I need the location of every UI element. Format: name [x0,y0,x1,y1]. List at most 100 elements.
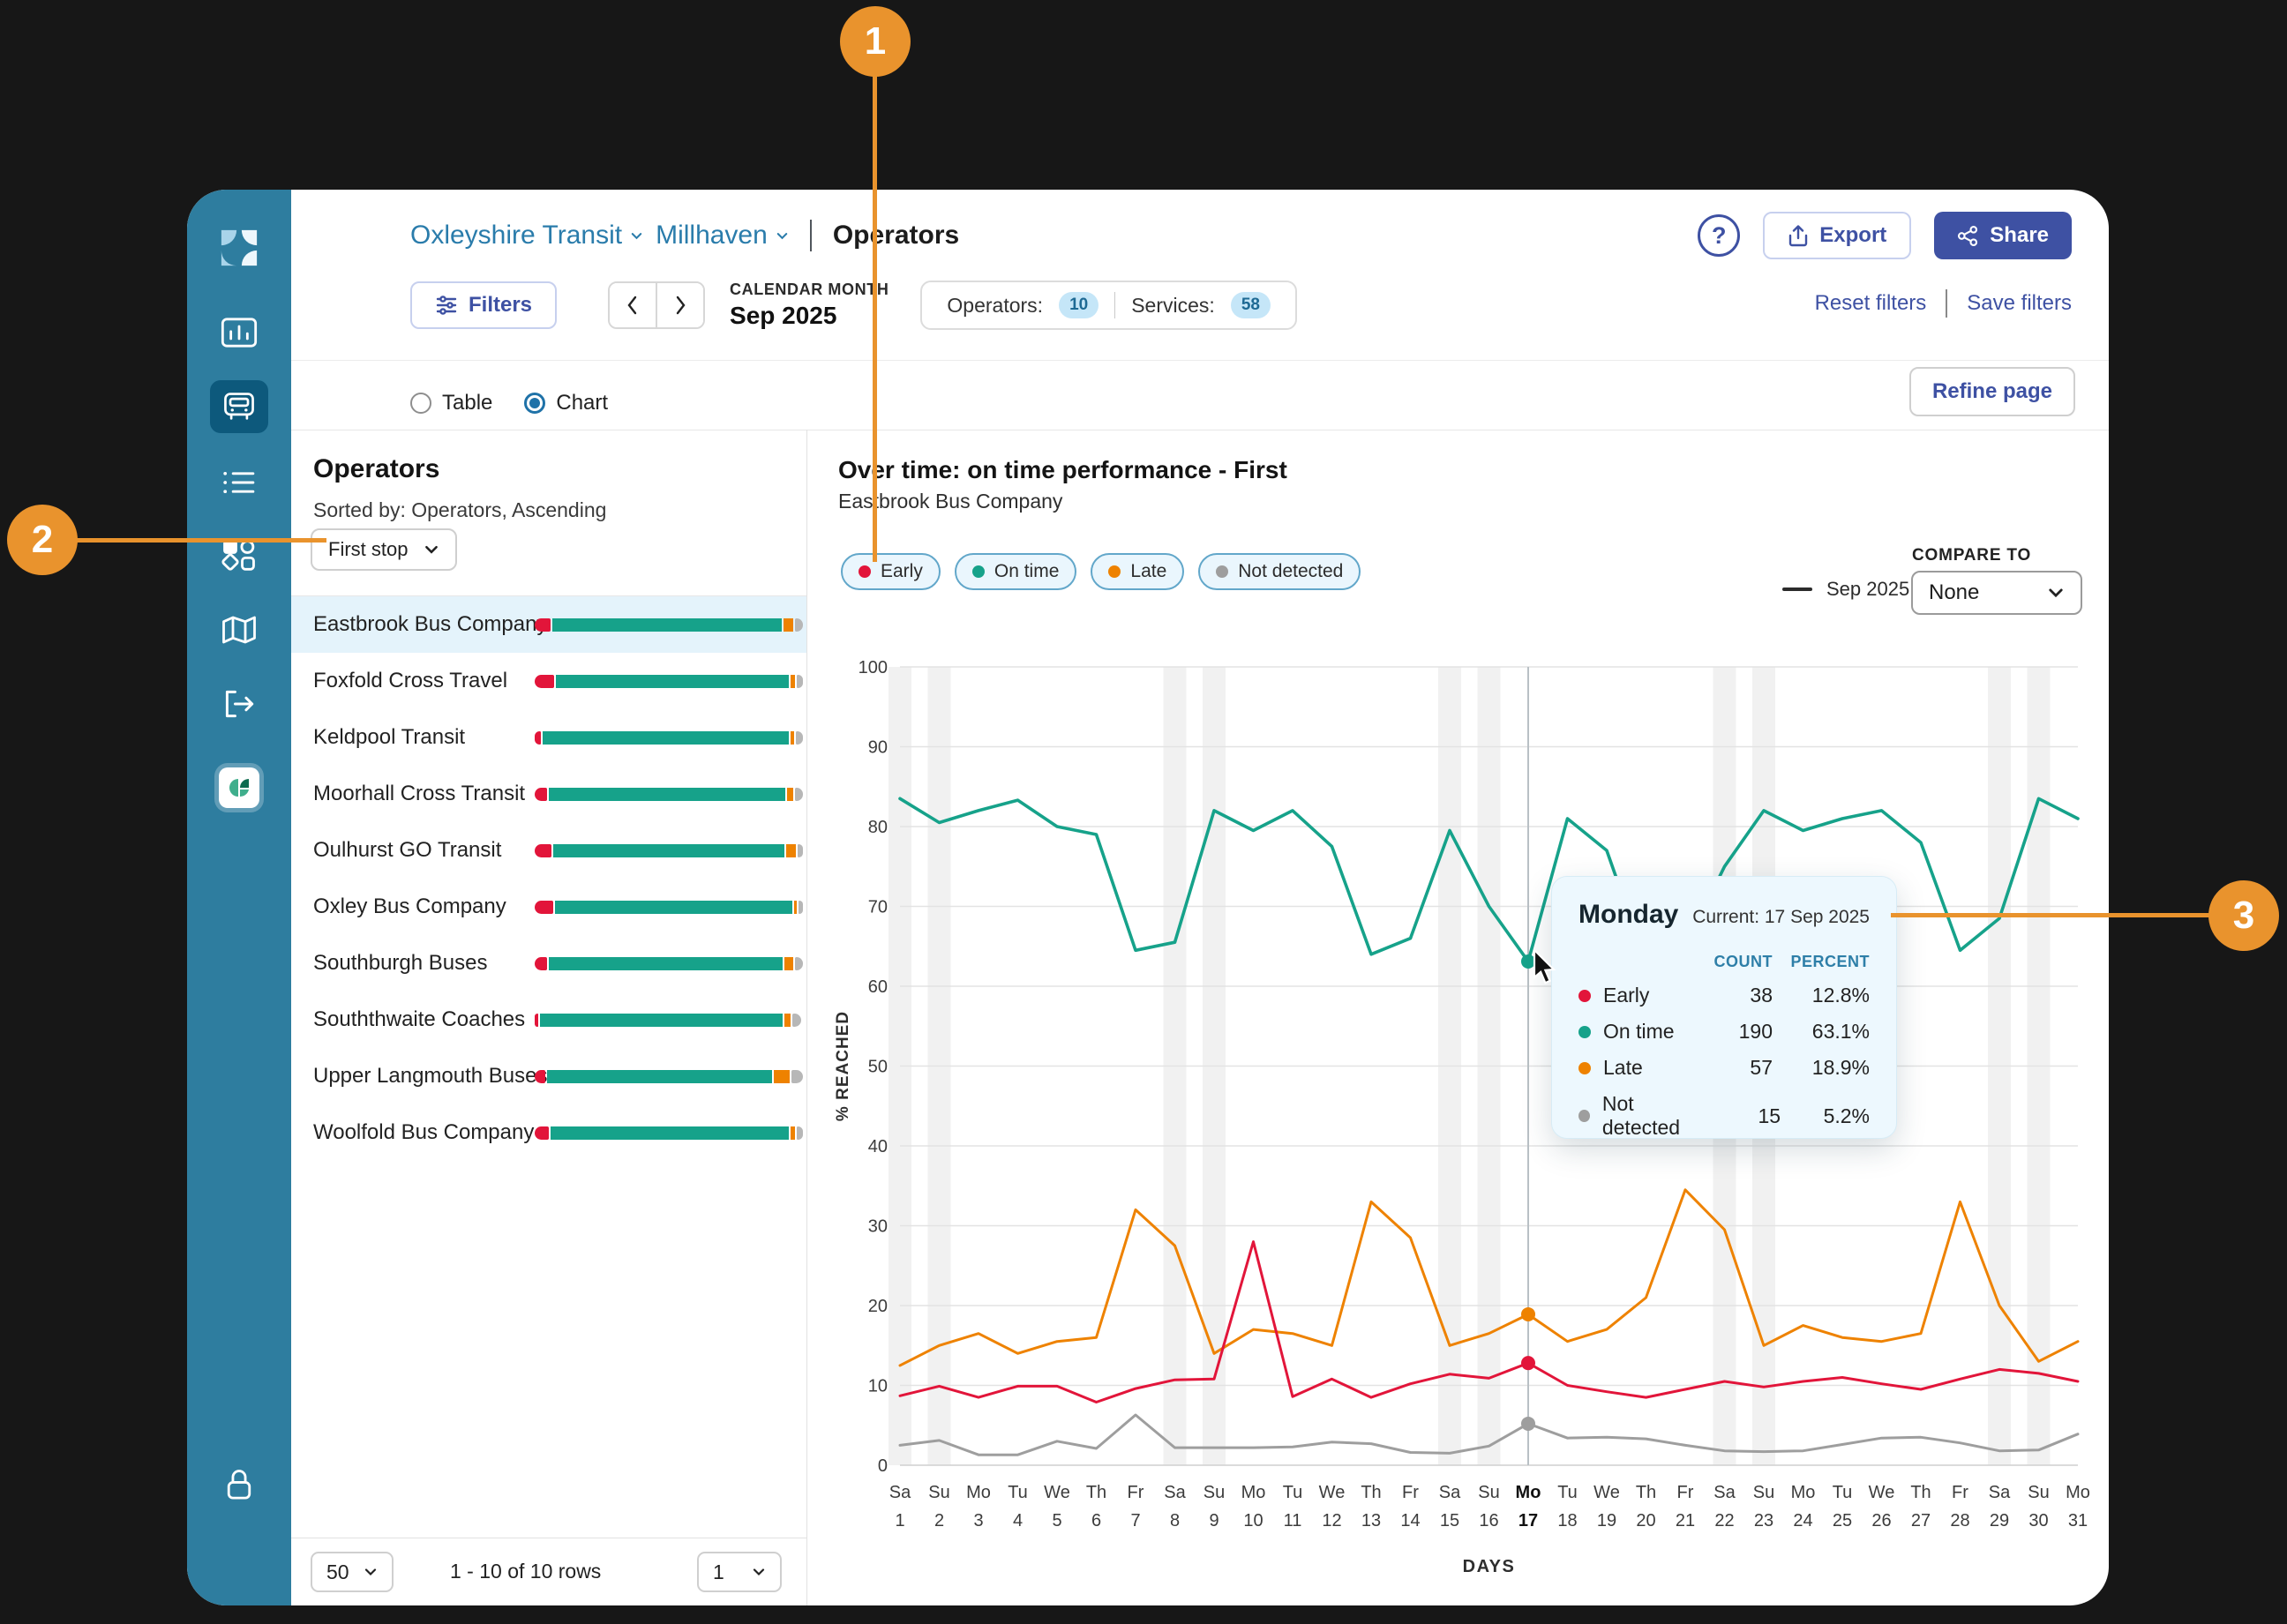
x-tick-dow: Mo [1791,1483,1816,1502]
operator-row[interactable]: Woolfold Bus Company [291,1104,806,1161]
bar-segment-on-time [547,1070,772,1083]
breadcrumb-divider [810,220,812,251]
save-filters-link[interactable]: Save filters [1967,291,2072,316]
operator-row[interactable]: Upper Langmouth Buses [291,1048,806,1104]
x-tick-day: 12 [1322,1511,1341,1530]
bar-segment-early [535,844,551,857]
x-tick-day: 24 [1793,1511,1812,1530]
table-radio[interactable]: Table [410,391,492,415]
stop-filter-select[interactable]: First stop [311,528,457,571]
x-tick-day: 8 [1170,1511,1180,1530]
help-icon[interactable]: ? [1698,214,1740,257]
x-tick-dow: Tu [1557,1483,1578,1502]
scope-pill[interactable]: Operators: 10 Services: 58 [920,281,1297,330]
reset-filters-link[interactable]: Reset filters [1815,291,1927,316]
y-tick-label: 90 [868,738,888,758]
x-tick-day: 22 [1714,1511,1734,1530]
tooltip-row-percent: 63.1% [1773,1020,1870,1044]
page-size-value: 50 [326,1560,349,1584]
bar-segment-on-time [549,788,785,801]
next-month-button[interactable] [657,283,703,327]
chevron-down-icon [776,229,789,243]
highlight-marker-late [1521,1307,1535,1321]
chart-panel: Over time: on time performance - First E… [807,430,2109,1605]
x-tick-day: 13 [1361,1511,1381,1530]
operator-row[interactable]: Southburgh Buses [291,935,806,992]
prev-month-button[interactable] [610,283,657,327]
tooltip-row-label: On time [1603,1020,1675,1044]
x-tick-day: 30 [2028,1511,2048,1530]
x-tick-dow: Su [2028,1483,2049,1502]
filters-button[interactable]: Filters [410,281,557,329]
operator-row[interactable]: Keldpool Transit [291,709,806,766]
operator-row[interactable]: Souththwaite Coaches [291,992,806,1048]
operator-name: Keldpool Transit [313,725,465,750]
line-chart[interactable]: 0102030405060708090100Sa1Su2Mo3Tu4We5Th6… [807,430,2109,1605]
x-tick-dow: Sa [1164,1483,1186,1502]
bar-segment-on-time [549,957,783,970]
calendar-month-label: CALENDAR MONTH [730,281,889,299]
export-label: Export [1819,223,1886,248]
operator-name: Woolfold Bus Company [313,1120,534,1145]
operator-name: Oulhurst GO Transit [313,838,501,863]
bar-segment-on-time [556,675,789,688]
bar-segment-not-detected [795,957,803,970]
y-axis-title: % REACHED [834,1011,852,1121]
x-tick-dow: Sa [889,1483,911,1502]
tooltip-row-count: 15 [1708,1104,1781,1128]
share-button[interactable]: Share [1934,212,2072,259]
sidebar-item-list[interactable] [221,468,258,498]
bar-segment-early [535,1070,545,1083]
bar-segment-on-time [555,901,791,914]
breadcrumb-area-label: Millhaven [656,221,768,251]
export-button[interactable]: Export [1763,212,1911,259]
page-select[interactable]: 1 [697,1552,782,1592]
bar-segment-on-time [552,618,783,632]
operator-row[interactable]: Eastbrook Bus Company [291,596,806,653]
sidebar-item-map[interactable] [221,614,258,646]
callout-3-line [1891,913,2212,917]
mouse-cursor-icon [1533,950,1563,985]
refine-page-button[interactable]: Refine page [1909,367,2075,416]
breadcrumb-area-dropdown[interactable]: Millhaven [656,221,789,251]
operator-name: Eastbrook Bus Company [313,612,547,637]
breadcrumb-org-dropdown[interactable]: Oxleyshire Transit [410,221,643,251]
bar-segment-late [791,1126,795,1140]
bar-segment-late [787,788,793,801]
y-tick-label: 50 [868,1058,888,1077]
services-count-badge: 58 [1231,292,1271,318]
pill-divider [1114,292,1115,318]
tooltip-day-title: Monday [1578,900,1678,930]
sidebar-item-categories[interactable] [221,538,257,573]
lock-icon[interactable] [222,1468,256,1503]
bar-segment-not-detected [795,618,803,632]
x-tick-dow: Mo [1516,1483,1541,1502]
app-window: Oxleyshire Transit Millhaven Operators ? [187,190,2109,1605]
chart-radio[interactable]: Chart [524,391,608,415]
page-size-select[interactable]: 50 [311,1552,394,1592]
operator-row[interactable]: Moorhall Cross Transit [291,766,806,822]
chevron-down-icon [630,229,643,243]
bar-segment-early [535,788,547,801]
y-tick-label: 0 [878,1456,888,1476]
bar-segment-late [774,1070,790,1083]
operator-row[interactable]: Oulhurst GO Transit [291,822,806,879]
tooltip-row-label: Early [1603,984,1649,1007]
sidebar-nav [187,190,291,1605]
sidebar-item-signout[interactable] [221,689,257,719]
x-tick-day: 18 [1557,1511,1577,1530]
x-tick-dow: We [1869,1483,1895,1502]
filter-links-divider [1946,289,1947,318]
operator-row[interactable]: Oxley Bus Company [291,879,806,935]
bar-segment-late [784,618,793,632]
operator-row[interactable]: Foxfold Cross Travel [291,653,806,709]
tooltip-row-label: Not detected [1602,1092,1708,1140]
bar-segment-not-detected [799,901,803,914]
sidebar-item-partner-app[interactable] [219,767,259,808]
highlight-marker-not-detected [1521,1417,1535,1431]
x-tick-dow: Th [1086,1483,1106,1502]
sidebar-item-operators[interactable] [210,380,268,433]
sidebar-item-dashboard[interactable] [221,317,258,348]
bar-segment-late [791,675,795,688]
x-tick-day: 27 [1911,1511,1931,1530]
